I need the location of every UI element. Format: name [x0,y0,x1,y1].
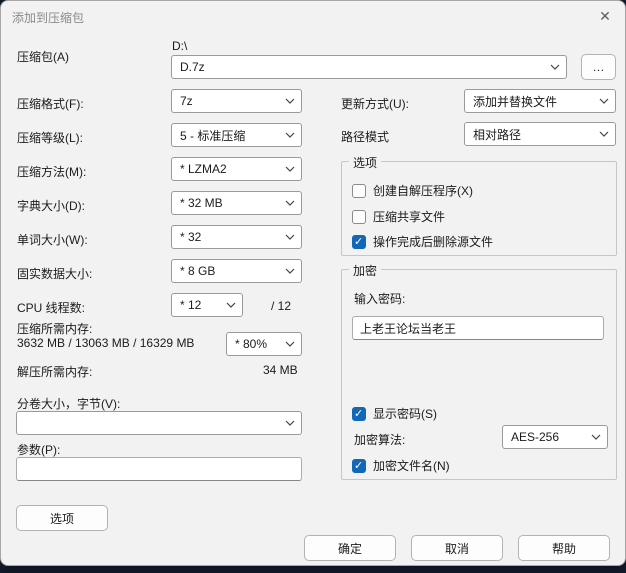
chevron-down-icon [285,420,295,426]
desktop-background: 添加到压缩包 ✕ 压缩包(A) D:\ D.7z … 压缩格式(F): 7z 压… [0,0,626,573]
dialog-title: 添加到压缩包 [12,11,85,25]
volume-size-combo[interactable] [16,411,302,435]
solid-block-label: 固实数据大小: [17,267,93,281]
create-sfx-label: 创建自解压程序(X) [373,184,473,198]
help-button[interactable]: 帮助 [518,535,610,561]
chevron-down-icon [599,98,609,104]
mem-compress-label: 压缩所需内存: [17,322,93,336]
mem-decompress-value: 34 MB [263,363,298,377]
parameters-label: 参数(P): [17,443,61,457]
delete-after-label: 操作完成后删除源文件 [373,235,494,249]
show-password-label: 显示密码(S) [373,407,437,421]
mem-decompress-label: 解压所需内存: [17,365,93,379]
encryption-method-label: 加密算法: [354,433,406,447]
shared-files-label: 压缩共享文件 [373,210,446,224]
cpu-threads-label: CPU 线程数: [17,301,86,315]
browse-button[interactable]: … [581,54,616,80]
path-mode-combo[interactable]: 相对路径 [464,122,616,146]
update-mode-label: 更新方式(U): [341,97,409,111]
chevron-down-icon [285,268,295,274]
encrypt-names-label: 加密文件名(N) [373,459,450,473]
chevron-down-icon [285,234,295,240]
password-input[interactable] [352,316,604,340]
mem-usage-combo[interactable]: * 80% [226,332,302,356]
archive-dir-label: D:\ [172,39,188,53]
checkbox-icon[interactable] [352,183,366,198]
checkbox-icon[interactable] [352,406,366,421]
encryption-method-value: AES-256 [511,430,560,444]
password-label: 输入密码: [354,292,406,306]
cpu-threads-combo[interactable]: * 12 [171,293,243,317]
checkbox-icon[interactable] [352,209,366,224]
chevron-down-icon [285,166,295,172]
solid-block-value: * 8 GB [180,264,216,278]
level-value: 5 - 标准压缩 [180,128,246,143]
encrypt-names-checkbox[interactable]: 加密文件名(N) [352,457,450,474]
ok-button[interactable]: 确定 [304,535,396,561]
archive-name-combo[interactable]: D.7z [171,55,567,79]
archive-name-value: D.7z [180,60,205,74]
dictionary-label: 字典大小(D): [17,199,85,213]
create-sfx-checkbox[interactable]: 创建自解压程序(X) [352,182,473,199]
shared-files-checkbox[interactable]: 压缩共享文件 [352,208,445,225]
encryption-method-combo[interactable]: AES-256 [502,425,608,449]
chevron-down-icon [285,132,295,138]
cpu-threads-value: * 12 [180,298,202,312]
dictionary-value: * 32 MB [180,196,223,210]
path-mode-label: 路径模式 [341,130,390,144]
method-combo[interactable]: * LZMA2 [171,157,302,181]
encryption-group-title: 加密 [349,262,382,279]
level-label: 压缩等级(L): [17,131,84,145]
mem-compress-detail: 3632 MB / 13063 MB / 16329 MB [17,336,195,350]
show-password-checkbox[interactable]: 显示密码(S) [352,405,437,422]
format-combo[interactable]: 7z [171,89,302,113]
dictionary-combo[interactable]: * 32 MB [171,191,302,215]
parameters-input[interactable] [16,457,302,481]
options-group-title: 选项 [349,154,382,171]
chevron-down-icon [591,434,601,440]
cpu-threads-max: / 12 [271,299,292,313]
update-mode-combo[interactable]: 添加并替换文件 [464,89,616,113]
chevron-down-icon [599,131,609,137]
update-mode-value: 添加并替换文件 [473,94,558,109]
chevron-down-icon [285,200,295,206]
method-label: 压缩方法(M): [17,165,87,179]
encryption-group: 加密 输入密码: 显示密码(S) 加密算法: AES-256 加密文件名(N) [341,262,617,480]
delete-after-checkbox[interactable]: 操作完成后删除源文件 [352,233,493,250]
path-mode-value: 相对路径 [473,127,522,142]
checkbox-icon[interactable] [352,458,366,473]
word-size-label: 单词大小(W): [17,233,88,247]
chevron-down-icon [550,64,560,70]
cancel-button[interactable]: 取消 [411,535,503,561]
close-icon[interactable]: ✕ [593,5,617,27]
title-bar[interactable]: 添加到压缩包 ✕ [1,1,625,31]
word-size-value: * 32 [180,230,202,244]
options-button[interactable]: 选项 [16,505,108,531]
chevron-down-icon [285,341,295,347]
archive-label: 压缩包(A) [17,50,69,64]
checkbox-icon[interactable] [352,234,366,249]
solid-block-combo[interactable]: * 8 GB [171,259,302,283]
chevron-down-icon [226,302,236,308]
method-value: * LZMA2 [180,162,227,176]
add-to-archive-dialog: 添加到压缩包 ✕ 压缩包(A) D:\ D.7z … 压缩格式(F): 7z 压… [0,0,626,566]
mem-usage-value: * 80% [235,337,268,351]
word-size-combo[interactable]: * 32 [171,225,302,249]
chevron-down-icon [285,98,295,104]
volume-size-label: 分卷大小，字节(V): [17,397,121,411]
level-combo[interactable]: 5 - 标准压缩 [171,123,302,147]
format-label: 压缩格式(F): [17,97,84,111]
format-value: 7z [180,94,193,108]
options-group: 选项 创建自解压程序(X) 压缩共享文件 操作完成后删除源文件 [341,154,617,256]
